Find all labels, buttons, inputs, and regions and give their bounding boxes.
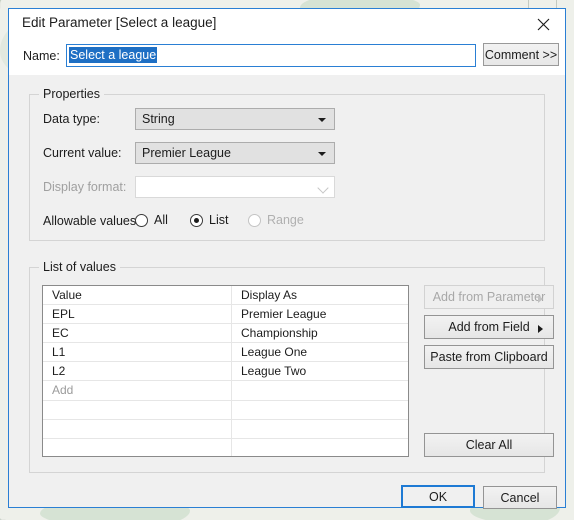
paste-from-clipboard-label: Paste from Clipboard	[430, 350, 548, 364]
table-cell-value[interactable]	[43, 400, 232, 419]
add-from-field-label: Add from Field	[448, 320, 530, 334]
chevron-down-icon	[317, 182, 329, 194]
chevron-down-icon	[318, 152, 326, 156]
table-cell-display-as[interactable]	[232, 381, 408, 399]
data-type-select[interactable]: String	[135, 108, 335, 130]
list-of-values-legend: List of values	[39, 260, 120, 274]
desktop-background: Edit Parameter [Select a league] Name: S…	[0, 0, 574, 520]
values-table[interactable]: Value Display As EPL Premier League EC Champi…	[42, 285, 409, 457]
table-cell-value[interactable]: Value	[43, 286, 232, 305]
data-type-label: Data type:	[43, 112, 100, 126]
table-cell-value[interactable]: Add	[43, 381, 232, 400]
list-of-values-group: List of values Value Display As EPL Premier…	[29, 260, 554, 473]
comment-button[interactable]: Comment >>	[483, 43, 559, 66]
add-from-field-button[interactable]: Add from Field	[424, 315, 554, 339]
radio-range: Range	[248, 213, 304, 227]
table-row[interactable]	[43, 400, 408, 420]
clear-all-label: Clear All	[465, 438, 513, 452]
table-cell-value[interactable]: EC	[43, 324, 232, 343]
table-row[interactable]: L1 League One	[43, 343, 408, 363]
dialog-title: Edit Parameter [Select a league]	[22, 15, 217, 30]
add-from-parameter-button: Add from Parameter	[424, 285, 554, 309]
table-cell-value[interactable]: L1	[43, 343, 232, 362]
radio-all-icon	[135, 213, 148, 227]
data-type-value: String	[142, 112, 175, 126]
chevron-right-icon	[538, 295, 543, 303]
table-row[interactable]: Add	[43, 381, 408, 401]
edit-parameter-dialog: Edit Parameter [Select a league] Name: S…	[8, 8, 566, 509]
dialog-titlebar[interactable]: Edit Parameter [Select a league]	[9, 9, 565, 39]
name-label: Name:	[23, 49, 60, 63]
table-cell-display-as[interactable]: League One	[232, 343, 408, 361]
table-row[interactable]	[43, 419, 408, 439]
radio-range-label: Range	[267, 213, 304, 227]
display-format-label: Display format:	[43, 180, 127, 194]
table-cell-display-as[interactable]	[232, 401, 408, 419]
ok-button[interactable]: OK	[401, 485, 475, 508]
close-icon[interactable]	[521, 9, 565, 39]
current-value-select[interactable]: Premier League	[135, 142, 335, 164]
table-cell-display-as[interactable]: Championship	[232, 324, 408, 342]
table-cell-value[interactable]: EPL	[43, 305, 232, 324]
table-row[interactable]: EPL Premier League	[43, 305, 408, 325]
chevron-down-icon	[318, 118, 326, 122]
current-value-value: Premier League	[142, 146, 231, 160]
paste-from-clipboard-button[interactable]: Paste from Clipboard	[424, 345, 554, 369]
radio-range-icon	[248, 213, 261, 227]
table-cell-display-as[interactable]	[232, 439, 408, 456]
table-cell-display-as[interactable]	[232, 420, 408, 438]
clear-all-button[interactable]: Clear All	[424, 433, 554, 457]
properties-group: Properties Data type: String Current val…	[29, 87, 545, 241]
radio-all[interactable]: All	[135, 213, 168, 227]
chevron-right-icon	[538, 325, 543, 333]
table-cell-display-as[interactable]: Display As	[232, 286, 408, 304]
cancel-button[interactable]: Cancel	[483, 486, 557, 509]
properties-legend: Properties	[39, 87, 104, 101]
table-row[interactable]: L2 League Two	[43, 362, 408, 382]
name-row: Name: Select a league Comment >>	[9, 39, 565, 75]
radio-list-icon	[190, 213, 203, 227]
name-input[interactable]: Select a league	[66, 44, 476, 67]
table-row[interactable]	[43, 438, 408, 456]
table-cell-display-as[interactable]: Premier League	[232, 305, 408, 323]
table-row[interactable]: EC Championship	[43, 324, 408, 344]
name-input-value: Select a league	[69, 47, 158, 63]
table-cell-value[interactable]	[43, 419, 232, 438]
radio-all-label: All	[154, 213, 168, 227]
table-cell-value[interactable]: L2	[43, 362, 232, 381]
table-cell-display-as[interactable]: League Two	[232, 362, 408, 380]
dialog-body: Properties Data type: String Current val…	[9, 75, 565, 509]
current-value-label: Current value:	[43, 146, 122, 160]
allowable-values-label: Allowable values:	[43, 214, 140, 228]
display-format-select	[135, 176, 335, 198]
radio-list[interactable]: List	[190, 213, 228, 227]
add-from-parameter-label: Add from Parameter	[432, 290, 546, 304]
table-row[interactable]: Value Display As	[43, 286, 408, 306]
radio-list-label: List	[209, 213, 229, 227]
table-cell-value[interactable]	[43, 438, 232, 456]
